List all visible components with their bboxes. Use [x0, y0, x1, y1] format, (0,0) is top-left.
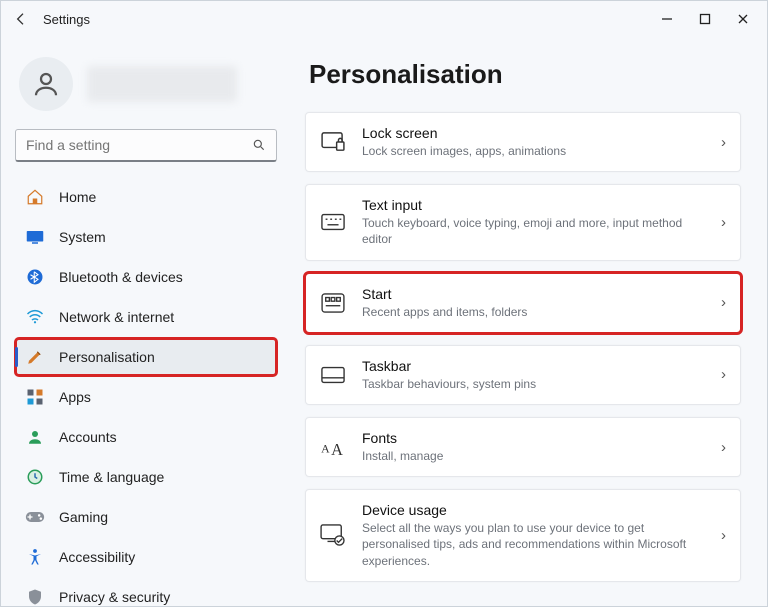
settings-card-list: Lock screen Lock screen images, apps, an… — [305, 112, 741, 582]
card-taskbar[interactable]: Taskbar Taskbar behaviours, system pins … — [305, 345, 741, 405]
chevron-right-icon: › — [721, 294, 726, 311]
card-subtitle: Touch keyboard, voice typing, emoji and … — [362, 215, 705, 247]
gaming-icon — [25, 507, 45, 527]
card-subtitle: Taskbar behaviours, system pins — [362, 376, 705, 392]
card-subtitle: Lock screen images, apps, animations — [362, 143, 705, 159]
sidebar-item-label: Accounts — [59, 429, 117, 445]
card-title: Device usage — [362, 502, 705, 518]
taskbar-icon — [320, 362, 346, 388]
svg-text:A: A — [331, 440, 343, 457]
fonts-icon: AA — [320, 434, 346, 460]
device-usage-icon — [320, 522, 346, 548]
card-title: Fonts — [362, 430, 705, 446]
settings-window: Settings — [0, 0, 768, 607]
sidebar-item-label: Time & language — [59, 469, 164, 485]
sidebar-item-accessibility[interactable]: Accessibility — [15, 538, 277, 576]
chevron-right-icon: › — [721, 134, 726, 151]
keyboard-icon — [320, 209, 346, 235]
card-title: Lock screen — [362, 125, 705, 141]
user-profile[interactable] — [19, 57, 273, 111]
card-title: Start — [362, 286, 705, 302]
user-name-redacted — [87, 66, 237, 102]
page-title: Personalisation — [309, 59, 741, 90]
card-subtitle: Install, manage — [362, 448, 705, 464]
main-panel: Personalisation Lock screen Lock screen … — [291, 37, 767, 606]
bluetooth-icon — [25, 267, 45, 287]
shield-icon — [25, 587, 45, 606]
avatar — [19, 57, 73, 111]
sidebar-item-system[interactable]: System — [15, 218, 277, 256]
sidebar-item-label: Privacy & security — [59, 589, 170, 605]
accessibility-icon — [25, 547, 45, 567]
sidebar-item-label: System — [59, 229, 106, 245]
search-input[interactable] — [26, 137, 252, 153]
sidebar-item-gaming[interactable]: Gaming — [15, 498, 277, 536]
personalisation-icon — [25, 347, 45, 367]
chevron-right-icon: › — [721, 439, 726, 456]
sidebar-item-label: Apps — [59, 389, 91, 405]
search-icon — [252, 138, 266, 152]
card-subtitle: Select all the ways you plan to use your… — [362, 520, 705, 569]
sidebar-item-accounts[interactable]: Accounts — [15, 418, 277, 456]
card-fonts[interactable]: AA Fonts Install, manage › — [305, 417, 741, 477]
system-icon — [25, 227, 45, 247]
svg-text:A: A — [321, 441, 330, 455]
titlebar: Settings — [1, 1, 767, 37]
chevron-right-icon: › — [721, 527, 726, 544]
card-device-usage[interactable]: Device usage Select all the ways you pla… — [305, 489, 741, 582]
sidebar-item-bluetooth[interactable]: Bluetooth & devices — [15, 258, 277, 296]
minimize-button[interactable] — [661, 13, 675, 25]
card-title: Taskbar — [362, 358, 705, 374]
close-button[interactable] — [737, 13, 751, 25]
maximize-button[interactable] — [699, 13, 713, 25]
sidebar-item-label: Bluetooth & devices — [59, 269, 183, 285]
sidebar: Home System Bluetooth & devices — [1, 37, 291, 606]
card-text-input[interactable]: Text input Touch keyboard, voice typing,… — [305, 184, 741, 260]
card-subtitle: Recent apps and items, folders — [362, 304, 705, 320]
sidebar-item-label: Accessibility — [59, 549, 135, 565]
home-icon — [25, 187, 45, 207]
card-start[interactable]: Start Recent apps and items, folders › — [305, 273, 741, 333]
clock-globe-icon — [25, 467, 45, 487]
card-lock-screen[interactable]: Lock screen Lock screen images, apps, an… — [305, 112, 741, 172]
sidebar-item-time-language[interactable]: Time & language — [15, 458, 277, 496]
sidebar-item-apps[interactable]: Apps — [15, 378, 277, 416]
lock-screen-icon — [320, 129, 346, 155]
window-title: Settings — [43, 12, 90, 27]
back-button[interactable] — [13, 11, 29, 27]
sidebar-item-personalisation[interactable]: Personalisation — [15, 338, 277, 376]
search-box[interactable] — [15, 129, 277, 162]
chevron-right-icon: › — [721, 366, 726, 383]
accounts-icon — [25, 427, 45, 447]
start-icon — [320, 290, 346, 316]
wifi-icon — [25, 307, 45, 327]
apps-icon — [25, 387, 45, 407]
sidebar-item-label: Home — [59, 189, 96, 205]
sidebar-item-privacy[interactable]: Privacy & security — [15, 578, 277, 606]
card-title: Text input — [362, 197, 705, 213]
nav-list: Home System Bluetooth & devices — [15, 178, 277, 606]
chevron-right-icon: › — [721, 214, 726, 231]
sidebar-item-label: Gaming — [59, 509, 108, 525]
sidebar-item-home[interactable]: Home — [15, 178, 277, 216]
sidebar-item-network[interactable]: Network & internet — [15, 298, 277, 336]
sidebar-item-label: Network & internet — [59, 309, 174, 325]
sidebar-item-label: Personalisation — [59, 349, 155, 365]
